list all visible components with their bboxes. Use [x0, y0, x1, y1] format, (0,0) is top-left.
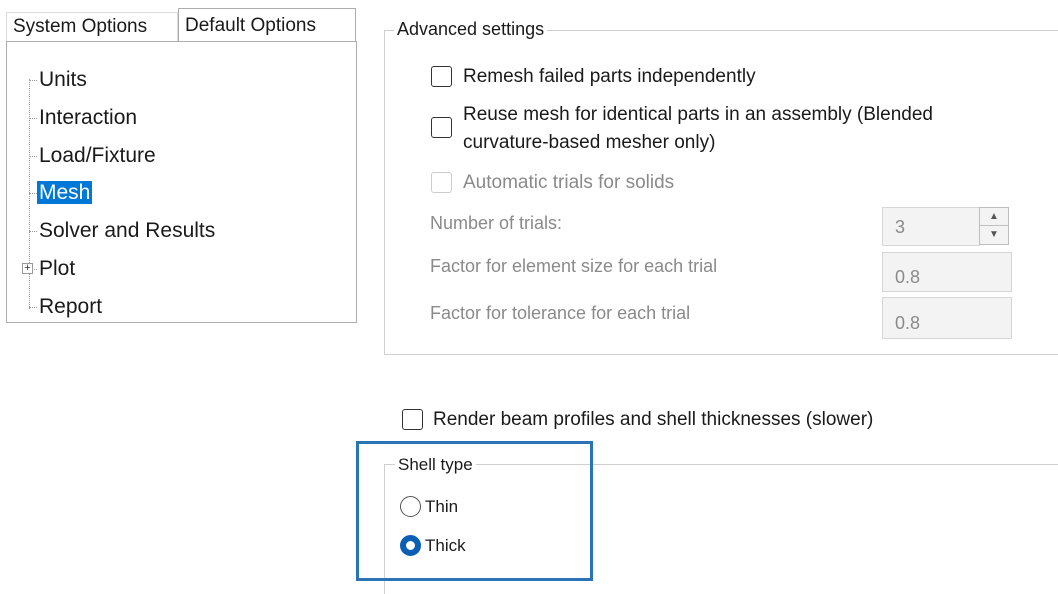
options-tree[interactable]: Units Interaction Load/Fixture Mesh Solv… [6, 41, 357, 323]
factor-tolerance-label: Factor for tolerance for each trial [430, 303, 691, 323]
tree-item-plot[interactable]: Plot [37, 253, 77, 285]
remesh-failed-checkbox[interactable] [431, 66, 452, 87]
tree-item-load-fixture[interactable]: Load/Fixture [37, 140, 158, 172]
tree-item-label: Report [39, 295, 103, 318]
tree-item-units[interactable]: Units [37, 64, 89, 96]
tree-item-label: Plot [39, 257, 76, 280]
tree-item-mesh[interactable]: Mesh [37, 177, 93, 209]
advanced-settings-title: Advanced settings [394, 18, 548, 40]
reuse-mesh-label-line2: curvature-based mesher only) [463, 132, 716, 153]
tree-item-interaction[interactable]: Interaction [37, 102, 139, 134]
automatic-trials-label: Automatic trials for solids [463, 172, 675, 193]
shell-type-highlight [356, 441, 593, 581]
spin-up-icon[interactable]: ▲ [980, 208, 1008, 226]
remesh-failed-label: Remesh failed parts independently [463, 66, 756, 87]
number-of-trials-label: Number of trials: [430, 213, 563, 233]
number-of-trials-value: 3 [895, 217, 906, 237]
tree-item-label: Load/Fixture [39, 144, 156, 167]
tree-item-label: Solver and Results [39, 219, 216, 242]
tree-item-label: Interaction [39, 106, 138, 129]
tree-item-solver-and-results[interactable]: Solver and Results [37, 215, 217, 247]
spin-down-icon[interactable]: ▼ [980, 226, 1008, 244]
factor-element-size-input[interactable]: 0.8 [882, 252, 1012, 292]
reuse-mesh-checkbox[interactable] [431, 117, 452, 138]
render-beam-profiles-checkbox[interactable] [402, 409, 423, 430]
factor-tolerance-value: 0.8 [895, 313, 921, 333]
reuse-mesh-label-line1: Reuse mesh for identical parts in an ass… [463, 104, 933, 125]
number-of-trials-input[interactable]: 3 [882, 207, 980, 246]
tree-item-label: Units [39, 68, 87, 91]
tree-item-label: Mesh [37, 181, 93, 204]
factor-tolerance-input[interactable]: 0.8 [882, 297, 1012, 339]
tab-system-options[interactable]: System Options [6, 12, 178, 42]
number-of-trials-spinner[interactable]: ▲ ▼ [979, 207, 1009, 245]
tab-default-options[interactable]: Default Options [178, 8, 356, 42]
automatic-trials-checkbox[interactable] [431, 172, 452, 193]
tree-item-report[interactable]: Report [37, 291, 104, 323]
factor-element-size-value: 0.8 [895, 267, 921, 287]
factor-element-size-label: Factor for element size for each trial [430, 256, 718, 276]
render-beam-profiles-label: Render beam profiles and shell thickness… [433, 409, 874, 430]
expand-plot-icon[interactable]: + [22, 263, 33, 274]
